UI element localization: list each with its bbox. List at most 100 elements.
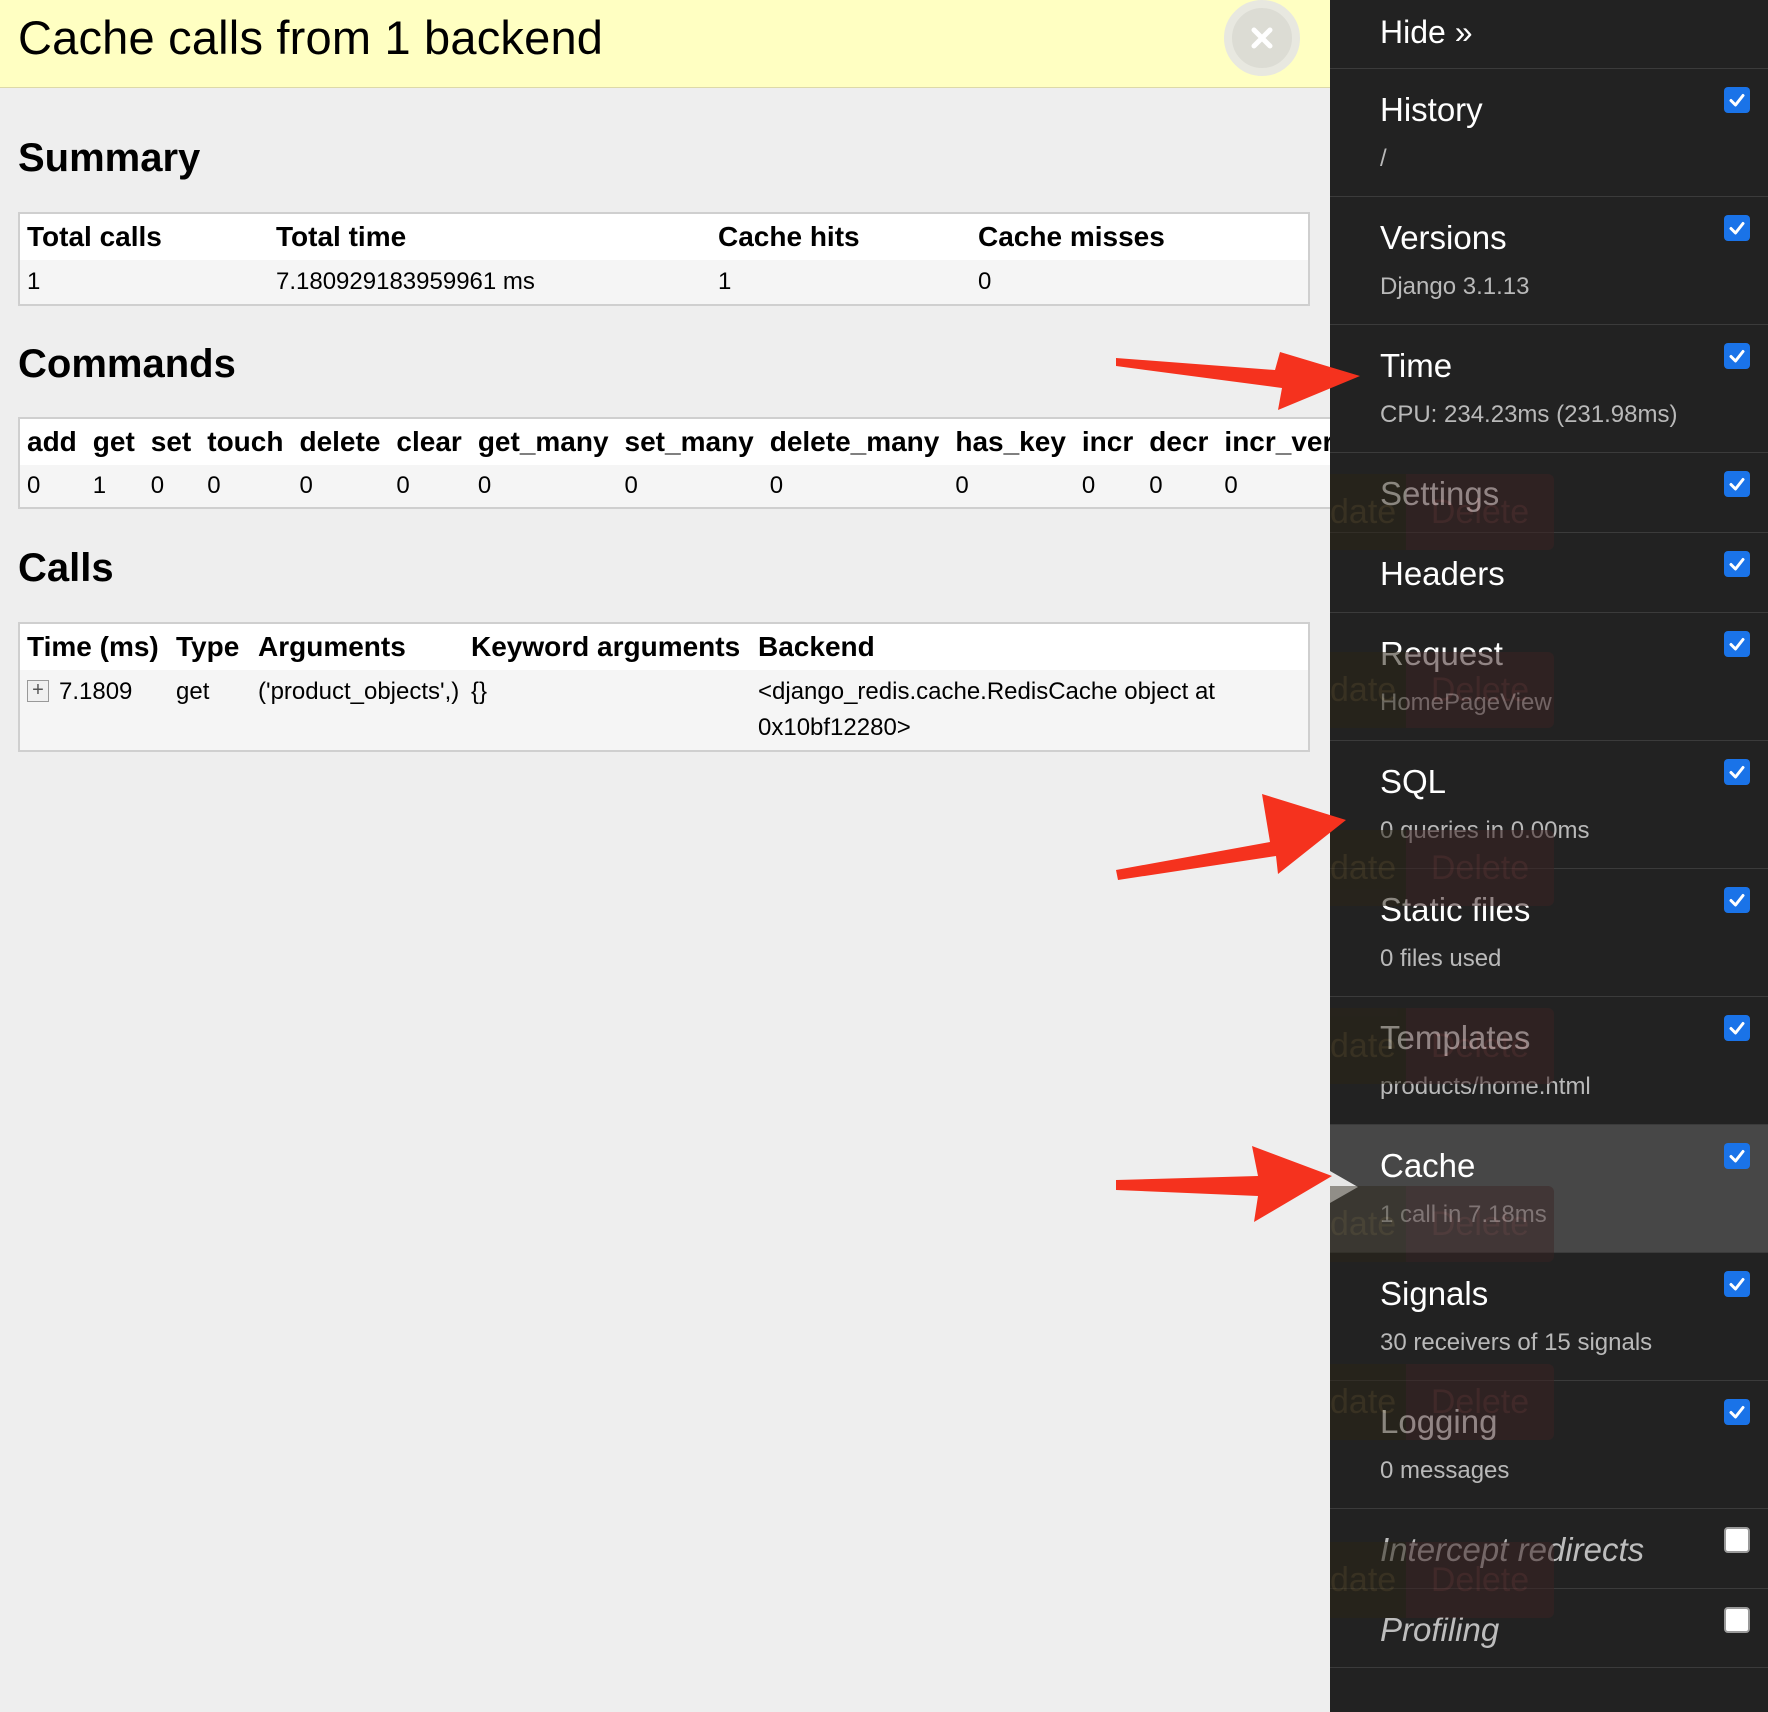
- toolbar-item-settings[interactable]: Settings: [1330, 452, 1768, 532]
- calls-col-kwargs: Keyword arguments: [464, 624, 751, 670]
- panel-toggle-checkbox[interactable]: [1724, 1399, 1750, 1425]
- toolbar-item-title: Headers: [1380, 555, 1505, 593]
- checkmark-icon: [1727, 474, 1747, 494]
- toolbar-item-subtitle: 0 files used: [1380, 945, 1501, 973]
- panel-toggle-checkbox[interactable]: [1724, 87, 1750, 113]
- call-kwargs: {}: [464, 670, 751, 750]
- calls-col-type: Type: [169, 624, 251, 670]
- toolbar-item-subtitle: 0 messages: [1380, 1457, 1509, 1485]
- commands-table: add get set touch delete clear get_many …: [18, 417, 1330, 509]
- toolbar-item-history[interactable]: History /: [1330, 68, 1768, 196]
- cmd-incr-count: 0: [1075, 465, 1142, 507]
- toolbar-item-title: Time: [1380, 347, 1452, 385]
- panel-toggle-checkbox[interactable]: [1724, 343, 1750, 369]
- checkmark-icon: [1727, 890, 1747, 910]
- calls-col-arguments: Arguments: [251, 624, 464, 670]
- toolbar-item-static-files[interactable]: Static files 0 files used: [1330, 868, 1768, 996]
- call-backend-line2: 0x10bf12280>: [758, 710, 1308, 746]
- call-type: get: [169, 670, 251, 750]
- toolbar-item-versions[interactable]: Versions Django 3.1.13: [1330, 196, 1768, 324]
- cmd-set-count: 0: [144, 465, 200, 507]
- toolbar-item-intercept-redirects[interactable]: Intercept redirects: [1330, 1508, 1768, 1588]
- toolbar-item-sql[interactable]: SQL 0 queries in 0.00ms: [1330, 740, 1768, 868]
- panel-toggle-checkbox[interactable]: [1724, 631, 1750, 657]
- checkmark-icon: [1727, 90, 1747, 110]
- panel-toggle-checkbox[interactable]: [1724, 759, 1750, 785]
- toolbar-panel-list: History / Versions Django 3.1.13 Time CP…: [1330, 68, 1768, 1668]
- toolbar-item-subtitle: CPU: 234.23ms (231.98ms): [1380, 401, 1677, 429]
- cmd-set-many-count: 0: [618, 465, 763, 507]
- checkmark-icon: [1727, 218, 1747, 238]
- summary-header-row: Total calls Total time Cache hits Cache …: [20, 214, 1308, 260]
- panel-toggle-checkbox[interactable]: [1724, 1271, 1750, 1297]
- checkmark-icon: [1727, 554, 1747, 574]
- cmd-touch-count: 0: [200, 465, 292, 507]
- panel-toggle-checkbox[interactable]: [1724, 215, 1750, 241]
- summary-col-total-time: Total time: [269, 214, 711, 260]
- checkmark-icon: [1727, 634, 1747, 654]
- toolbar-item-title: SQL: [1380, 763, 1446, 801]
- toolbar-item-title: Settings: [1380, 475, 1499, 513]
- toolbar-item-title: History: [1380, 91, 1483, 129]
- toolbar-item-subtitle: Django 3.1.13: [1380, 273, 1529, 301]
- panel-toggle-checkbox[interactable]: [1724, 551, 1750, 577]
- toolbar-item-subtitle: 1 call in 7.18ms: [1380, 1201, 1547, 1229]
- cmd-col-incr: incr: [1075, 419, 1142, 465]
- call-backend-line1: <django_redis.cache.RedisCache object at: [758, 674, 1308, 710]
- toolbar-item-title: Templates: [1380, 1019, 1530, 1057]
- toolbar-item-cache[interactable]: Cache 1 call in 7.18ms: [1330, 1124, 1768, 1252]
- checkmark-icon: [1727, 1146, 1747, 1166]
- toolbar-item-templates[interactable]: Templates products/home.html: [1330, 996, 1768, 1124]
- toolbar-item-profiling[interactable]: Profiling: [1330, 1588, 1768, 1668]
- table-row: +7.1809 get ('product_objects',) {} <dja…: [20, 670, 1308, 750]
- table-row: 0 1 0 0 0 0 0 0 0 0 0 0 0: [20, 465, 1330, 507]
- checkmark-icon: [1727, 1018, 1747, 1038]
- summary-heading: Summary: [18, 136, 200, 181]
- commands-header-row: add get set touch delete clear get_many …: [20, 419, 1330, 465]
- toolbar-item-title: Versions: [1380, 219, 1507, 257]
- toolbar-item-time[interactable]: Time CPU: 234.23ms (231.98ms): [1330, 324, 1768, 452]
- panel-toggle-checkbox[interactable]: [1724, 1607, 1750, 1633]
- cmd-col-incr-version: incr_version: [1217, 419, 1330, 465]
- toolbar-item-subtitle: 0 queries in 0.00ms: [1380, 817, 1589, 845]
- toolbar-item-request[interactable]: Request HomePageView: [1330, 612, 1768, 740]
- calls-heading: Calls: [18, 546, 114, 591]
- cmd-col-decr: decr: [1142, 419, 1217, 465]
- checkmark-icon: [1727, 762, 1747, 782]
- close-icon[interactable]: [1224, 0, 1300, 76]
- cmd-get-many-count: 0: [471, 465, 618, 507]
- panel-toggle-checkbox[interactable]: [1724, 887, 1750, 913]
- cmd-col-delete: delete: [292, 419, 389, 465]
- panel-toggle-checkbox[interactable]: [1724, 471, 1750, 497]
- cmd-delete-count: 0: [292, 465, 389, 507]
- toolbar-item-logging[interactable]: Logging 0 messages: [1330, 1380, 1768, 1508]
- panel-toggle-checkbox[interactable]: [1724, 1143, 1750, 1169]
- cmd-get-count: 1: [86, 465, 144, 507]
- toolbar-item-signals[interactable]: Signals 30 receivers of 15 signals: [1330, 1252, 1768, 1380]
- toolbar-item-title: Signals: [1380, 1275, 1488, 1313]
- commands-heading: Commands: [18, 342, 236, 387]
- toolbar-item-headers[interactable]: Headers: [1330, 532, 1768, 612]
- call-backend: <django_redis.cache.RedisCache object at…: [751, 670, 1308, 750]
- summary-cache-misses: 0: [971, 260, 1308, 304]
- cmd-col-set-many: set_many: [618, 419, 763, 465]
- call-arguments: ('product_objects',): [251, 670, 464, 750]
- cmd-clear-count: 0: [389, 465, 470, 507]
- cmd-incr-version-count: 0: [1217, 465, 1330, 507]
- cmd-col-touch: touch: [200, 419, 292, 465]
- hide-toolbar-link[interactable]: Hide »: [1380, 14, 1473, 51]
- plus-toggle-icon[interactable]: +: [27, 680, 49, 702]
- panel-toggle-checkbox[interactable]: [1724, 1527, 1750, 1553]
- cmd-col-get: get: [86, 419, 144, 465]
- toolbar-item-title: Intercept redirects: [1380, 1531, 1644, 1569]
- cmd-has-key-count: 0: [948, 465, 1075, 507]
- toolbar-item-subtitle: /: [1380, 145, 1387, 173]
- calls-col-backend: Backend: [751, 624, 1308, 670]
- calls-col-time: Time (ms): [20, 624, 169, 670]
- debug-toolbar: Hide » History / Versions Django 3.1.13 …: [1330, 0, 1768, 1712]
- checkmark-icon: [1727, 1274, 1747, 1294]
- summary-total-time: 7.180929183959961 ms: [269, 260, 711, 304]
- cmd-add-count: 0: [20, 465, 86, 507]
- panel-toggle-checkbox[interactable]: [1724, 1015, 1750, 1041]
- active-panel-indicator-icon: [1330, 1171, 1358, 1203]
